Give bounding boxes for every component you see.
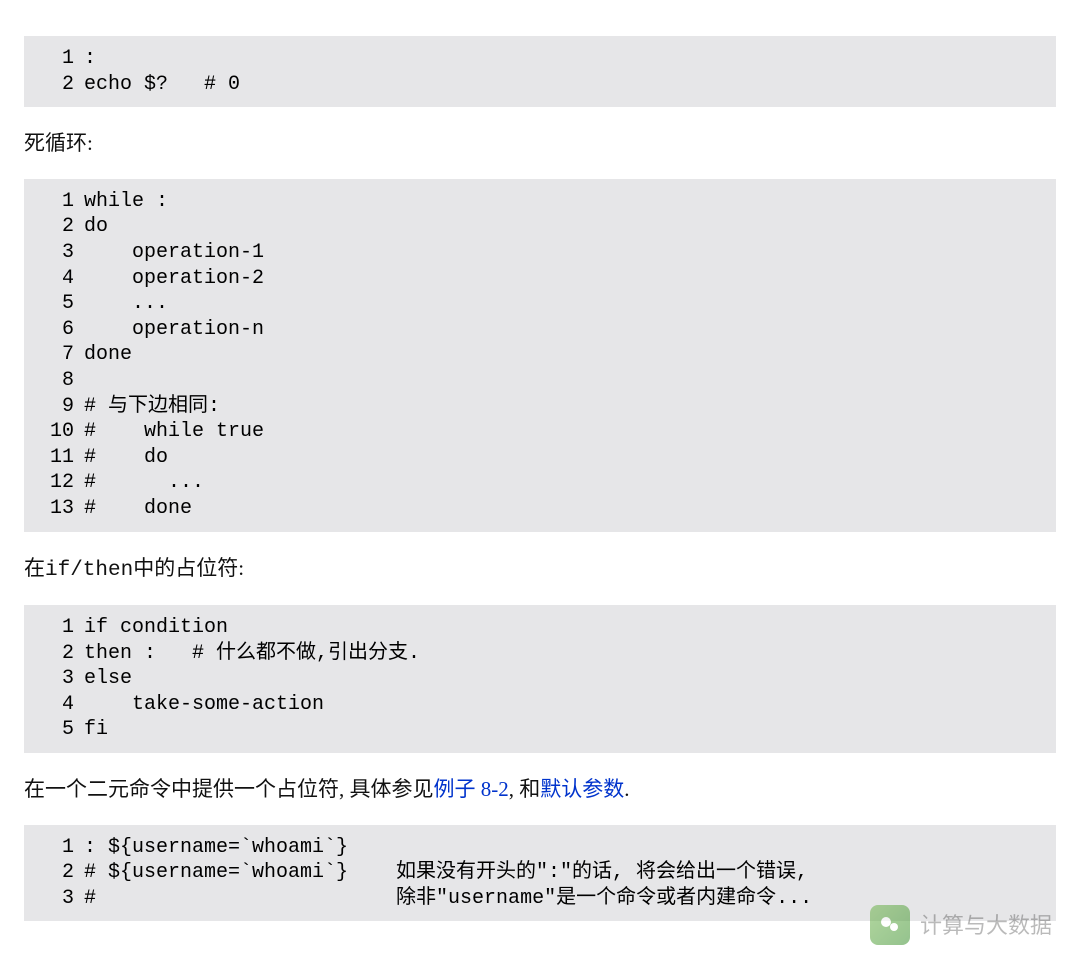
code-line: 2echo $? # 0 [30, 72, 1042, 98]
line-number: 10 [30, 419, 84, 445]
line-number: 13 [30, 496, 84, 522]
line-number: 1 [30, 46, 84, 72]
line-number: 3 [30, 666, 84, 692]
code-line: 10# while true [30, 419, 1042, 445]
line-number: 2 [30, 860, 84, 886]
code-text: echo $? # 0 [84, 72, 240, 98]
code-block-4: 1: ${username=`whoami`}2# ${username=`wh… [24, 825, 1056, 922]
code-text: done [84, 342, 132, 368]
code-line: 11# do [30, 445, 1042, 471]
line-number: 4 [30, 266, 84, 292]
code-text: # ${username=`whoami`} 如果没有开头的":"的话, 将会给… [84, 860, 808, 886]
code-line: 2# ${username=`whoami`} 如果没有开头的":"的话, 将会… [30, 860, 1042, 886]
line-number: 1 [30, 615, 84, 641]
code-text: else [84, 666, 132, 692]
line-number: 5 [30, 717, 84, 743]
code-line: 8 [30, 368, 1042, 394]
code-text: then : # 什么都不做,引出分支. [84, 641, 420, 667]
line-number: 11 [30, 445, 84, 471]
code-block-1: 1:2echo $? # 0 [24, 36, 1056, 107]
code-line: 5fi [30, 717, 1042, 743]
line-number: 1 [30, 835, 84, 861]
para2-code: if/then [45, 559, 133, 582]
link-default-param[interactable]: 默认参数 [540, 777, 624, 801]
code-text: operation-n [84, 317, 264, 343]
code-line: 7done [30, 342, 1042, 368]
line-number: 12 [30, 470, 84, 496]
code-line: 3else [30, 666, 1042, 692]
code-text: ... [84, 291, 168, 317]
para-binary-placeholder: 在一个二元命令中提供一个占位符, 具体参见例子 8-2, 和默认参数. [24, 773, 1056, 807]
code-line: 3 operation-1 [30, 240, 1042, 266]
code-line: 1while : [30, 189, 1042, 215]
code-line: 6 operation-n [30, 317, 1042, 343]
code-line: 1if condition [30, 615, 1042, 641]
code-line: 2do [30, 214, 1042, 240]
code-line: 2then : # 什么都不做,引出分支. [30, 641, 1042, 667]
code-text: do [84, 214, 108, 240]
code-line: 12# ... [30, 470, 1042, 496]
code-line: 3# 除非"username"是一个命令或者内建命令... [30, 886, 1042, 912]
code-text: if condition [84, 615, 228, 641]
code-line: 1: ${username=`whoami`} [30, 835, 1042, 861]
link-example-8-2[interactable]: 例子 8-2 [434, 777, 509, 801]
line-number: 2 [30, 214, 84, 240]
line-number: 3 [30, 886, 84, 912]
line-number: 1 [30, 189, 84, 215]
code-text: : ${username=`whoami`} [84, 835, 348, 861]
code-line: 1: [30, 46, 1042, 72]
para3-mid: , 和 [509, 777, 541, 801]
code-text: # do [84, 445, 168, 471]
code-text: : [84, 46, 96, 72]
code-block-2: 1while :2do3 operation-14 operation-25 .… [24, 179, 1056, 532]
code-text: # while true [84, 419, 264, 445]
line-number: 9 [30, 394, 84, 420]
code-text: # 与下边相同: [84, 394, 220, 420]
line-number: 3 [30, 240, 84, 266]
code-line: 5 ... [30, 291, 1042, 317]
para3-pre: 在一个二元命令中提供一个占位符, 具体参见 [24, 777, 434, 801]
code-line: 13# done [30, 496, 1042, 522]
line-number: 4 [30, 692, 84, 718]
code-block-3: 1if condition2then : # 什么都不做,引出分支.3else4… [24, 605, 1056, 753]
code-line: 4 take-some-action [30, 692, 1042, 718]
code-text: # done [84, 496, 192, 522]
para2-post: 中的占位符: [133, 556, 244, 580]
code-text: while : [84, 189, 168, 215]
para2-pre: 在 [24, 556, 45, 580]
line-number: 8 [30, 368, 84, 394]
line-number: 2 [30, 72, 84, 98]
code-text: # ... [84, 470, 204, 496]
para-infinite-loop: 死循环: [24, 127, 1056, 161]
code-text: # 除非"username"是一个命令或者内建命令... [84, 886, 812, 912]
line-number: 7 [30, 342, 84, 368]
line-number: 5 [30, 291, 84, 317]
code-text: operation-2 [84, 266, 264, 292]
para3-post: . [624, 777, 629, 801]
code-text: take-some-action [84, 692, 324, 718]
line-number: 6 [30, 317, 84, 343]
line-number: 2 [30, 641, 84, 667]
code-text: operation-1 [84, 240, 264, 266]
code-line: 4 operation-2 [30, 266, 1042, 292]
code-line: 9# 与下边相同: [30, 394, 1042, 420]
code-text: fi [84, 717, 108, 743]
para-if-then-placeholder: 在if/then中的占位符: [24, 552, 1056, 588]
